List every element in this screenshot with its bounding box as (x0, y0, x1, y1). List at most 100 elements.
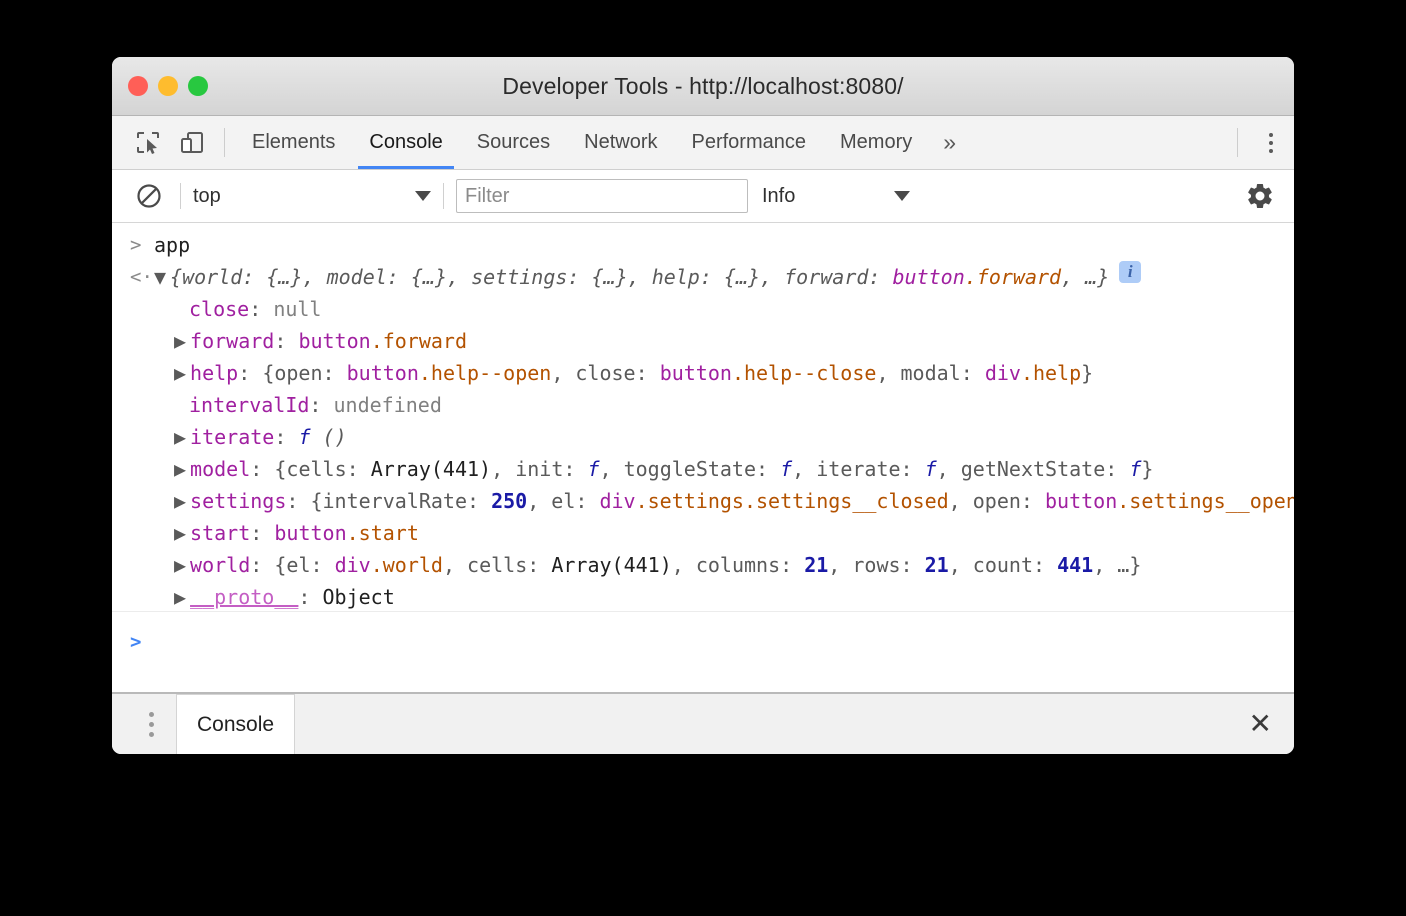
expand-toggle-icon[interactable]: ▶ (174, 357, 186, 389)
tab-elements[interactable]: Elements (235, 116, 352, 169)
console-separator (112, 611, 1294, 612)
token-plain: } (1081, 361, 1093, 385)
property-row[interactable]: ▶help: {open: button.help--open, close: … (112, 357, 1294, 389)
tab-sources[interactable]: Sources (460, 116, 567, 169)
token-plain: , columns: (672, 553, 804, 577)
info-badge[interactable]: i (1119, 261, 1141, 283)
property-row[interactable]: ▶world: {el: div.world, cells: Array(441… (112, 549, 1294, 581)
token-class: .help--open (419, 361, 551, 385)
property-value: button.start (274, 517, 419, 549)
property-colon: : (249, 293, 273, 325)
token-tag: button (274, 521, 346, 545)
expand-toggle-spacer (174, 389, 189, 421)
tab-memory-label: Memory (840, 131, 912, 154)
property-colon: : (274, 421, 298, 453)
token-tag: button (298, 329, 370, 353)
console-output[interactable]: > app <· ▼ {world: {…}, model: {…}, sett… (112, 223, 1294, 663)
token-num: 21 (804, 553, 828, 577)
property-value: {el: div.world, cells: Array(441), colum… (274, 549, 1141, 581)
property-value: {cells: Array(441), init: f, toggleState… (274, 453, 1153, 485)
property-row[interactable]: ▶start: button.start (112, 517, 1294, 549)
token-num: 441 (1057, 553, 1093, 577)
console-drawer: Console ✕ (112, 692, 1294, 754)
execution-context-select[interactable]: top (193, 185, 431, 208)
zoom-window-button[interactable] (188, 76, 208, 96)
drawer-kebab-menu-icon[interactable] (134, 712, 168, 737)
token-fn: f (1129, 457, 1141, 481)
result-object-preview: {world: {…}, model: {…}, settings: {…}, … (170, 261, 1109, 293)
expand-toggle-icon[interactable]: ▼ (154, 261, 166, 293)
minimize-window-button[interactable] (158, 76, 178, 96)
token-tag: div (335, 553, 371, 577)
drawer-tab-console-label: Console (197, 713, 274, 737)
expand-toggle-icon[interactable]: ▶ (174, 485, 186, 517)
drawer-tab-console[interactable]: Console (176, 694, 295, 754)
property-row[interactable]: intervalId: undefined (112, 389, 1294, 421)
token-tag: button (1045, 489, 1117, 513)
property-name: model (190, 453, 250, 485)
property-name: iterate (190, 421, 274, 453)
traffic-lights (128, 76, 208, 96)
token-tag: button (660, 361, 732, 385)
property-name: close (189, 293, 249, 325)
expand-toggle-icon[interactable]: ▶ (174, 581, 186, 613)
property-value: f () (298, 421, 346, 453)
property-row[interactable]: ▶settings: {intervalRate: 250, el: div.s… (112, 485, 1294, 517)
expand-toggle-icon[interactable]: ▶ (174, 421, 186, 453)
toolbar-divider-right (1237, 128, 1238, 157)
clear-console-icon[interactable] (130, 182, 168, 210)
log-level-label: Info (762, 185, 894, 208)
tab-console[interactable]: Console (352, 116, 459, 169)
token-plain: , count: (949, 553, 1057, 577)
token-plain: {open: (262, 361, 346, 385)
object-property-list: close: null▶forward: button.forward▶help… (112, 293, 1294, 613)
gear-icon[interactable] (1240, 181, 1280, 211)
expand-toggle-icon[interactable]: ▶ (174, 549, 186, 581)
close-window-button[interactable] (128, 76, 148, 96)
token-dark: Array(441) (371, 457, 491, 481)
property-colon: : (250, 517, 274, 549)
panel-tabs: Elements Console Sources Network Perform… (235, 116, 1227, 169)
token-plain: } (1141, 457, 1153, 481)
close-icon[interactable]: ✕ (1249, 710, 1272, 738)
expand-toggle-icon[interactable]: ▶ (174, 517, 186, 549)
inspect-element-icon[interactable] (126, 116, 170, 169)
token-class: .settings__open (1117, 489, 1294, 513)
property-row[interactable]: ▶forward: button.forward (112, 325, 1294, 357)
tab-memory[interactable]: Memory (823, 116, 929, 169)
token-plain: , close: (551, 361, 659, 385)
expand-toggle-icon[interactable]: ▶ (174, 453, 186, 485)
token-plain: , init: (491, 457, 587, 481)
toolbar-divider (224, 128, 225, 157)
tab-sources-label: Sources (477, 131, 550, 154)
property-value: Object (323, 581, 395, 613)
property-row[interactable]: ▶model: {cells: Array(441), init: f, tog… (112, 453, 1294, 485)
property-value: null (273, 293, 321, 325)
kebab-menu-icon[interactable] (1248, 116, 1294, 169)
property-value: {intervalRate: 250, el: div.settings.set… (310, 485, 1294, 517)
token-class: .start (347, 521, 419, 545)
console-prompt-row[interactable]: > (112, 622, 1294, 662)
token-plain: , …} (1061, 265, 1109, 289)
console-result-row: <· ▼ {world: {…}, model: {…}, settings: … (112, 261, 1294, 293)
log-level-select[interactable]: Info (762, 185, 910, 208)
filter-input[interactable] (456, 179, 748, 213)
token-plain: , …} (1093, 553, 1141, 577)
property-row[interactable]: close: null (112, 293, 1294, 325)
token-plain: {intervalRate: (310, 489, 491, 513)
expand-toggle-icon[interactable]: ▶ (174, 325, 186, 357)
tab-performance[interactable]: Performance (675, 116, 824, 169)
property-row[interactable]: ▶__proto__: Object (112, 581, 1294, 613)
property-colon: : (238, 357, 262, 389)
tab-network[interactable]: Network (567, 116, 674, 169)
token-num: 21 (925, 553, 949, 577)
property-name: __proto__ (190, 581, 298, 613)
token-null: null (273, 297, 321, 321)
token-plain: , modal: (876, 361, 984, 385)
more-tabs-button[interactable]: » (929, 116, 970, 169)
property-row[interactable]: ▶iterate: f () (112, 421, 1294, 453)
token-class: .forward (965, 265, 1061, 289)
token-fn: f (587, 457, 599, 481)
console-input-expression: app (154, 229, 190, 261)
device-toolbar-icon[interactable] (170, 116, 214, 169)
